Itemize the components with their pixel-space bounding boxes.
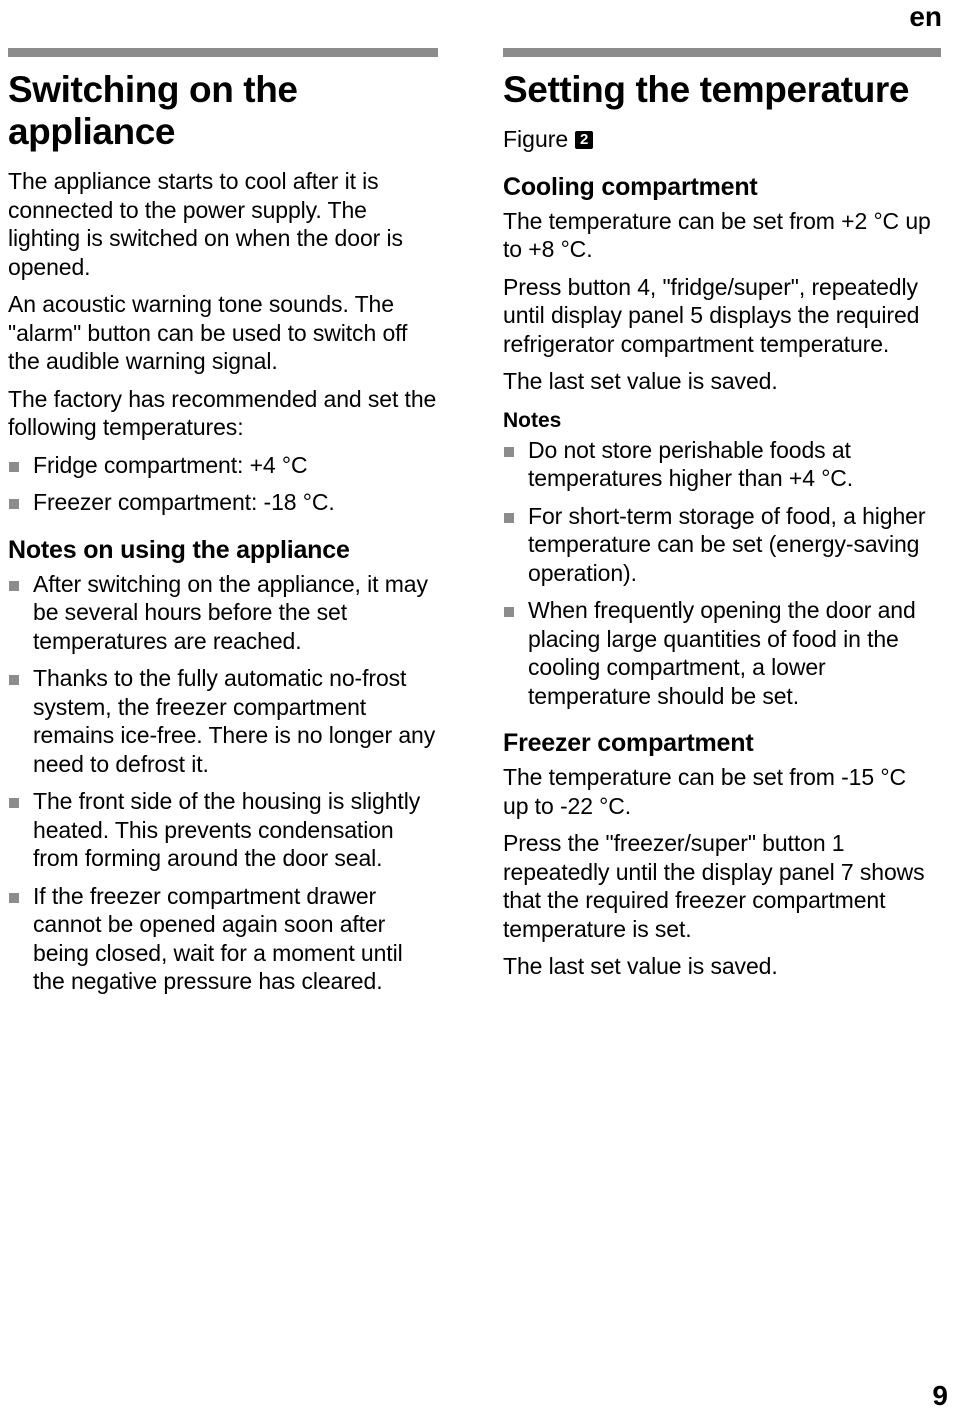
list-item: Fridge compartment: +4 °C bbox=[8, 451, 438, 480]
list-item: Thanks to the fully automatic no-frost s… bbox=[8, 664, 438, 778]
list-item-label: The front side of the housing is slightl… bbox=[33, 788, 421, 871]
page-number: 9 bbox=[932, 1380, 948, 1411]
list-item-label: Fridge compartment: +4 °C bbox=[33, 451, 308, 478]
list-item-label: Thanks to the fully automatic no-frost s… bbox=[33, 665, 436, 777]
chapter-rule-left bbox=[8, 48, 438, 57]
chapter-title-setting-temperature: Setting the temperature bbox=[503, 69, 910, 110]
list-item: Do not store perishable foods at tempera… bbox=[503, 436, 933, 493]
list-item: Freezer compartment: -18 °C. bbox=[8, 488, 438, 517]
running-header-language: en bbox=[909, 1, 942, 32]
list-item-label: When frequently opening the door and pla… bbox=[528, 597, 916, 709]
notes-on-using-list: After switching on the appliance, it may… bbox=[8, 570, 438, 996]
list-item: For short-term storage of food, a higher… bbox=[503, 502, 933, 588]
list-item-label: After switching on the appliance, it may… bbox=[33, 570, 428, 654]
list-item: If the freezer compartment drawer cannot… bbox=[8, 882, 438, 996]
cooling-notes-list: Do not store perishable foods at tempera… bbox=[503, 436, 933, 711]
square-bullet-icon bbox=[504, 446, 514, 457]
notes-heading-cooling: Notes bbox=[503, 408, 562, 432]
paragraph-cooling-range: The temperature can be set from +2 °C up… bbox=[503, 207, 931, 263]
paragraph-freezer-press-button: Press the "freezer/super" button 1 repea… bbox=[503, 830, 925, 942]
left-column: Switching on the appliance The appliance… bbox=[8, 48, 438, 1005]
paragraph-freezer-range: The temperature can be set from -15 °C u… bbox=[503, 764, 906, 819]
section-heading-freezer-compartment: Freezer compartment bbox=[503, 729, 754, 757]
paragraph-cooling-press-button: Press button 4, "fridge/super", repeated… bbox=[503, 273, 920, 357]
square-bullet-icon bbox=[504, 607, 514, 617]
chapter-rule-right bbox=[503, 48, 941, 57]
factory-temperatures-list: Fridge compartment: +4 °C Freezer compar… bbox=[8, 451, 438, 517]
right-column: Setting the temperature Figure 2 Cooling… bbox=[503, 48, 941, 990]
paragraph-acoustic-warning: An acoustic warning tone sounds. The "al… bbox=[8, 291, 408, 374]
paragraph-appliance-starts-cooling: The appliance starts to cool after it is… bbox=[8, 168, 403, 280]
paragraph-cooling-last-value: The last set value is saved. bbox=[503, 368, 778, 394]
list-item-label: If the freezer compartment drawer cannot… bbox=[33, 882, 403, 995]
list-item: After switching on the appliance, it may… bbox=[8, 570, 438, 656]
square-bullet-icon bbox=[9, 675, 19, 685]
figure-reference: Figure 2 bbox=[503, 125, 933, 154]
list-item: When frequently opening the door and pla… bbox=[503, 596, 933, 710]
square-bullet-icon bbox=[9, 461, 19, 472]
square-bullet-icon bbox=[9, 499, 19, 509]
square-bullet-icon bbox=[9, 580, 19, 591]
list-item-label: For short-term storage of food, a higher… bbox=[528, 502, 926, 586]
list-item-label: Do not store perishable foods at tempera… bbox=[528, 436, 854, 492]
square-bullet-icon bbox=[9, 798, 19, 808]
figure-number-badge: 2 bbox=[575, 131, 594, 150]
list-item: The front side of the housing is slightl… bbox=[8, 787, 438, 873]
paragraph-freezer-last-value: The last set value is saved. bbox=[503, 953, 778, 979]
section-heading-cooling-compartment: Cooling compartment bbox=[503, 172, 758, 201]
manual-page: en Switching on the appliance The applia… bbox=[0, 0, 960, 1420]
section-heading-notes-on-using: Notes on using the appliance bbox=[8, 535, 350, 564]
paragraph-factory-settings: The factory has recommended and set the … bbox=[8, 385, 437, 441]
figure-label: Figure bbox=[503, 126, 569, 152]
square-bullet-icon bbox=[9, 892, 19, 903]
list-item-label: Freezer compartment: -18 °C. bbox=[33, 489, 335, 515]
square-bullet-icon bbox=[504, 512, 514, 523]
chapter-title-switching-on: Switching on the appliance bbox=[8, 69, 298, 152]
